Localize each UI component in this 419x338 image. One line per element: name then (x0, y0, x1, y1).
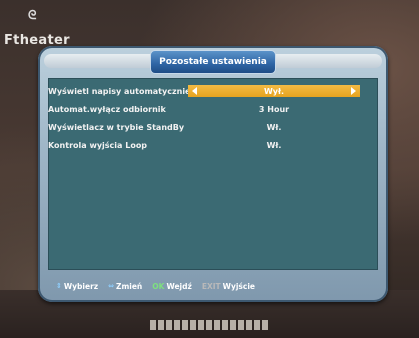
setting-row-standby-display[interactable]: Wyświetlacz w trybie StandBy Wł. (48, 120, 360, 134)
setting-label: Wyświetl napisy automatycznie (48, 86, 188, 96)
left-right-key-icon: ⇔ (108, 282, 115, 290)
ok-key-icon: OK (152, 281, 165, 291)
hint-change: ⇔ Zmień (108, 282, 142, 291)
hint-ok-label: Wejdź (166, 281, 192, 291)
channel-logo-icon: ᘓ (28, 8, 37, 22)
setting-label: Automat.wyłącz odbiornik (48, 104, 166, 114)
settings-list: Wyświetl napisy automatycznie Wył. Autom… (48, 84, 360, 156)
setting-value: Wył. (263, 86, 285, 96)
hint-select-label: Wybierz (63, 281, 99, 291)
setting-value: Wł. (266, 140, 282, 150)
dialog-title: Pozostałe ustawienia (150, 50, 276, 74)
hint-select: ⇕ Wybierz (56, 282, 98, 291)
up-down-key-icon: ⇕ (56, 282, 62, 290)
setting-row-loop-output[interactable]: Kontrola wyjścia Loop Wł. (48, 138, 360, 152)
setting-row-auto-subtitles[interactable]: Wyświetl napisy automatycznie Wył. (48, 84, 360, 98)
setting-row-auto-power-off[interactable]: Automat.wyłącz odbiornik 3 Hour (48, 102, 360, 116)
setting-value: Wł. (266, 122, 282, 132)
exit-key-icon: EXIT (201, 281, 221, 291)
setting-label: Wyświetlacz w trybie StandBy (48, 122, 185, 132)
setting-value: 3 Hour (258, 104, 290, 114)
hint-exit: EXIT Wyjście (202, 282, 255, 291)
background-piano (150, 320, 270, 330)
arrow-left-icon[interactable] (192, 87, 197, 95)
key-hints-bar: ⇕ Wybierz ⇔ Zmień OK Wejdź EXIT Wyjście (56, 278, 376, 294)
arrow-right-icon[interactable] (351, 87, 356, 95)
channel-logo: ᘓ Ftheater (4, 8, 70, 48)
hint-change-label: Zmień (116, 281, 143, 291)
hint-exit-label: Wyjście (222, 281, 255, 291)
setting-value-selector[interactable]: Wył. (188, 85, 360, 97)
hint-ok: OK Wejdź (152, 282, 192, 291)
settings-dialog: Pozostałe ustawienia Wyświetl napisy aut… (38, 46, 388, 302)
setting-label: Kontrola wyjścia Loop (48, 140, 148, 150)
